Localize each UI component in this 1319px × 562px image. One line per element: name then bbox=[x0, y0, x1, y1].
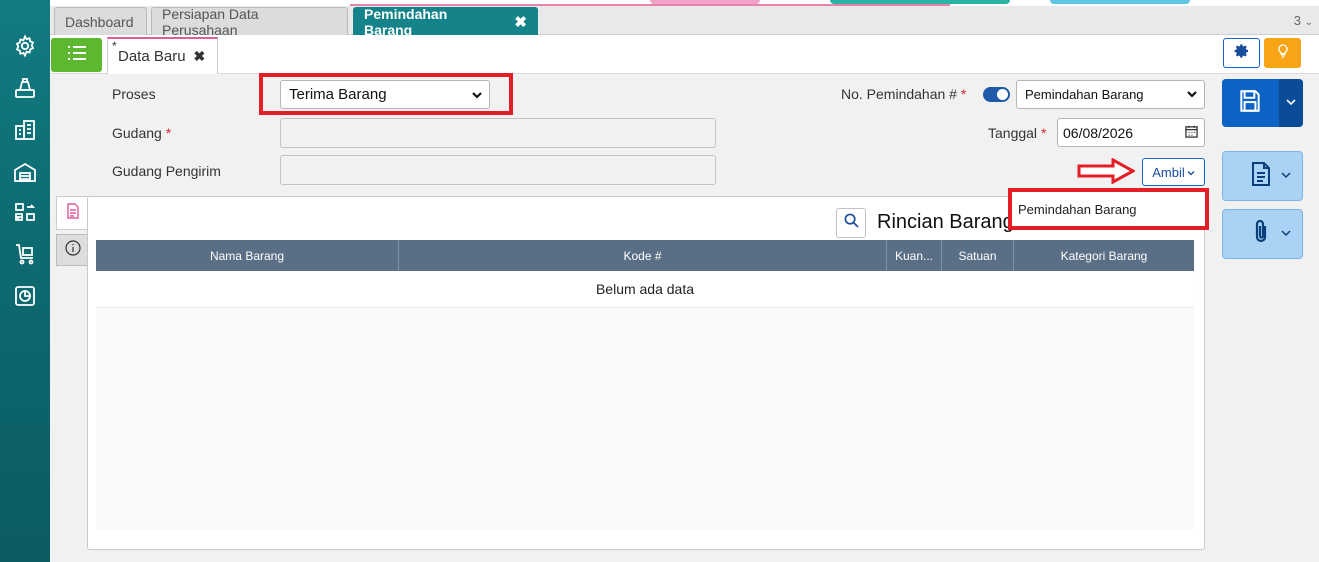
document-icon bbox=[66, 202, 80, 224]
detail-tab[interactable] bbox=[56, 196, 88, 230]
list-icon bbox=[67, 45, 87, 66]
ambil-dropdown-menu: Pemindahan Barang bbox=[1008, 188, 1209, 230]
tanggal-value: 06/08/2026 bbox=[1063, 124, 1134, 141]
gudang-label: Gudang * bbox=[112, 125, 172, 141]
settings-icon bbox=[1234, 43, 1250, 64]
info-icon bbox=[64, 239, 81, 261]
subtab-label: Data Baru bbox=[118, 48, 186, 65]
tab-count: 3 bbox=[1293, 13, 1301, 28]
no-pemindahan-value: Pemindahan Barang bbox=[1025, 87, 1144, 102]
chart-icon[interactable] bbox=[13, 284, 37, 308]
scale-icon[interactable] bbox=[13, 76, 37, 100]
chevron-down-icon bbox=[1187, 165, 1195, 180]
column-header[interactable]: Satuan bbox=[942, 240, 1014, 271]
settings-button[interactable] bbox=[1223, 38, 1260, 68]
save-options-button[interactable] bbox=[1279, 79, 1303, 127]
chevron-down-icon bbox=[1281, 225, 1291, 243]
tab-label: Dashboard bbox=[65, 13, 134, 30]
save-icon bbox=[1237, 88, 1263, 119]
proses-label: Proses bbox=[112, 86, 156, 102]
tab-pemindahan-barang[interactable]: Pemindahan Barang ✖ bbox=[353, 5, 538, 38]
save-button-group bbox=[1222, 79, 1303, 127]
subtab-data-baru[interactable]: * Data Baru ✖ bbox=[107, 37, 218, 74]
modified-marker: * bbox=[112, 39, 117, 53]
chevron-down-icon bbox=[1281, 167, 1291, 185]
attachment-button[interactable] bbox=[1222, 209, 1303, 259]
tips-button[interactable] bbox=[1264, 38, 1301, 68]
no-pemindahan-label: No. Pemindahan # * bbox=[841, 86, 967, 102]
chevron-down-icon: ⌄ bbox=[1304, 17, 1313, 28]
calendar-icon[interactable] bbox=[1185, 125, 1198, 141]
table-header: Nama Barang Kode # Kuan... Satuan Katego… bbox=[96, 240, 1194, 271]
column-header[interactable]: Nama Barang bbox=[96, 240, 399, 271]
tab-count-dropdown[interactable]: 3 ⌄ bbox=[1294, 13, 1313, 28]
ambil-dropdown-button[interactable]: Ambil bbox=[1142, 158, 1205, 186]
bulb-icon bbox=[1275, 42, 1291, 65]
search-button[interactable] bbox=[836, 208, 866, 238]
rincian-barang-panel: Rincian Barang Nama Barang Kode # Kuan..… bbox=[87, 196, 1205, 550]
save-button[interactable] bbox=[1222, 79, 1278, 127]
cart-icon[interactable] bbox=[13, 242, 37, 266]
column-header[interactable]: Kuan... bbox=[887, 240, 942, 271]
menu-item-pemindahan-barang[interactable]: Pemindahan Barang bbox=[1018, 202, 1205, 217]
tab-dashboard[interactable]: Dashboard bbox=[54, 7, 147, 35]
column-header[interactable]: Kode # bbox=[399, 240, 887, 271]
tanggal-input[interactable]: 06/08/2026 bbox=[1057, 118, 1205, 147]
items-table: Nama Barang Kode # Kuan... Satuan Katego… bbox=[96, 240, 1195, 530]
gudang-pengirim-label: Gudang Pengirim bbox=[112, 163, 221, 179]
info-tab[interactable] bbox=[56, 234, 88, 266]
empty-message: Belum ada data bbox=[96, 271, 1194, 308]
chevron-down-icon bbox=[1186, 88, 1198, 103]
no-pemindahan-select[interactable]: Pemindahan Barang bbox=[1016, 80, 1205, 109]
document-icon bbox=[1249, 161, 1273, 192]
highlight-box bbox=[259, 73, 513, 115]
search-icon bbox=[844, 213, 859, 233]
tab-label: Persiapan Data Perusahaan bbox=[162, 5, 259, 38]
tanggal-label: Tanggal * bbox=[988, 125, 1047, 141]
tab-bar: Dashboard Persiapan Data Perusahaan Pemi… bbox=[50, 5, 1319, 38]
warehouse-icon[interactable] bbox=[13, 160, 37, 184]
building-icon[interactable] bbox=[13, 118, 37, 142]
tab-persiapan-data[interactable]: Persiapan Data Perusahaan bbox=[151, 5, 348, 38]
tab-label: Pemindahan Barang bbox=[364, 5, 448, 38]
column-header[interactable]: Kategori Barang bbox=[1014, 240, 1194, 271]
gear-icon[interactable] bbox=[13, 34, 37, 58]
transfer-icon[interactable] bbox=[13, 200, 37, 224]
panel-title: Rincian Barang bbox=[877, 211, 1014, 233]
list-menu-button[interactable] bbox=[51, 38, 102, 72]
arrow-right-icon bbox=[1077, 157, 1137, 189]
ambil-label: Ambil bbox=[1152, 164, 1185, 180]
paperclip-icon bbox=[1249, 218, 1273, 251]
auto-number-toggle[interactable] bbox=[983, 87, 1010, 102]
close-icon[interactable]: ✖ bbox=[194, 48, 206, 65]
gudang-pengirim-input[interactable] bbox=[280, 155, 716, 185]
gudang-input[interactable] bbox=[280, 118, 716, 148]
document-button[interactable] bbox=[1222, 151, 1303, 201]
chevron-down-icon bbox=[1286, 94, 1296, 112]
left-sidebar bbox=[0, 0, 50, 562]
sub-toolbar: * Data Baru ✖ bbox=[50, 35, 1319, 74]
close-icon[interactable]: ✖ bbox=[514, 13, 527, 31]
